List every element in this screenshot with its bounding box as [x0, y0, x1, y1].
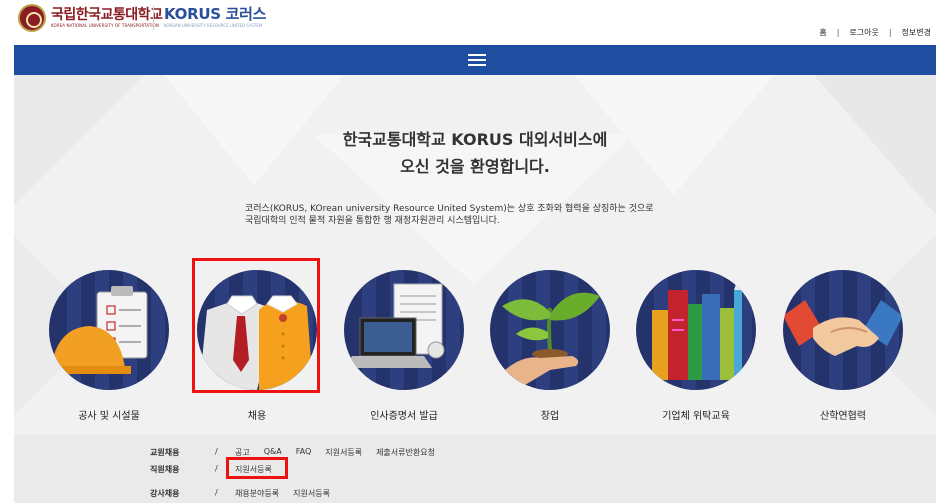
faculty-faq-link[interactable]: FAQ: [296, 447, 312, 458]
books-icon: [636, 270, 756, 390]
nav-bar: [14, 45, 936, 75]
welcome-title-line1: 한국교통대학교 KORUS 대외서비스에: [342, 130, 608, 149]
sprout-icon: [490, 270, 610, 390]
recruitment-icon: [197, 270, 317, 390]
logo-divider: [153, 6, 154, 30]
korus-logo[interactable]: KORUS 코러스 KOREAN UNIVERSITY RESOURCE UNI…: [164, 6, 266, 29]
lecturer-application-link[interactable]: 지원서등록: [293, 488, 330, 499]
university-seal-icon: [18, 4, 46, 32]
service-cooperation[interactable]: 산학연협력: [783, 270, 903, 422]
service-label: 인사증명서 발급: [370, 411, 438, 422]
service-construction[interactable]: 공사 및 시설물: [49, 270, 169, 422]
korus-name: KORUS 코러스: [164, 5, 267, 23]
handshake-icon: [783, 270, 903, 390]
service-corporate-education[interactable]: 기업체 위탁교육: [636, 270, 756, 422]
welcome-title-line2: 오신 것을 환영합니다.: [400, 157, 550, 176]
header: 국립한국교통대학교 KOREA NATIONAL UNIVERSITY OF T…: [0, 0, 943, 44]
link-separator: |: [836, 28, 840, 37]
korus-subtitle: KOREAN UNIVERSITY RESOURCE UNITED SYSTEM: [164, 23, 263, 28]
menu-category: 교원채용: [150, 448, 180, 457]
recruitment-submenu: 교원채용 / 공고 Q&A FAQ 지원서등록 제출서류반환요청 직원채용 / …: [14, 435, 936, 503]
knut-subtitle: KOREA NATIONAL UNIVERSITY OF TRANSPORTAT…: [51, 23, 160, 28]
link-separator: |: [888, 28, 892, 37]
service-label: 공사 및 시설물: [78, 411, 140, 422]
knut-logo[interactable]: 국립한국교통대학교 KOREA NATIONAL UNIVERSITY OF T…: [18, 4, 163, 32]
staff-application-link[interactable]: 지원서등록: [235, 464, 272, 475]
service-label: 채용: [247, 411, 267, 422]
logout-link[interactable]: 로그아웃: [849, 27, 878, 38]
faculty-application-link[interactable]: 지원서등록: [325, 447, 362, 458]
profile-edit-link[interactable]: 정보변경: [902, 27, 931, 38]
service-label: 산학연협력: [820, 411, 866, 422]
faculty-notice-link[interactable]: 공고: [235, 447, 250, 458]
service-certificate[interactable]: 인사증명서 발급: [344, 270, 464, 422]
staff-recruitment-row: 직원채용 / 지원서등록: [150, 464, 272, 475]
service-startup[interactable]: 창업: [490, 270, 610, 422]
certificate-icon: [344, 270, 464, 390]
service-label: 창업: [540, 411, 560, 422]
service-label: 기업체 위탁교육: [662, 411, 730, 422]
hamburger-menu-icon[interactable]: [468, 54, 486, 66]
knut-name: 국립한국교통대학교: [51, 7, 163, 23]
home-link[interactable]: 홈: [819, 27, 826, 38]
service-recruitment[interactable]: 채용: [197, 270, 317, 422]
hero-section: 한국교통대학교 KORUS 대외서비스에 오신 것을 환영합니다. 코러스(KO…: [14, 75, 936, 435]
faculty-qna-link[interactable]: Q&A: [264, 447, 282, 458]
faculty-recruitment-row: 교원채용 / 공고 Q&A FAQ 지원서등록 제출서류반환요청: [150, 447, 435, 458]
menu-category: 강사채용: [150, 489, 180, 498]
description-line2: 국립대학의 인적 물적 자원을 통합한 행 재정자원관리 시스템입니다.: [245, 216, 500, 226]
lecturer-recruitment-row: 강사채용 / 채용분야등록 지원서등록: [150, 488, 330, 499]
lecturer-field-registration-link[interactable]: 채용분야등록: [235, 488, 279, 499]
top-links: 홈 | 로그아웃 | 정보변경: [819, 27, 931, 38]
construction-icon: [49, 270, 169, 390]
menu-category: 직원채용: [150, 465, 180, 474]
faculty-document-return-link[interactable]: 제출서류반환요청: [376, 447, 435, 458]
